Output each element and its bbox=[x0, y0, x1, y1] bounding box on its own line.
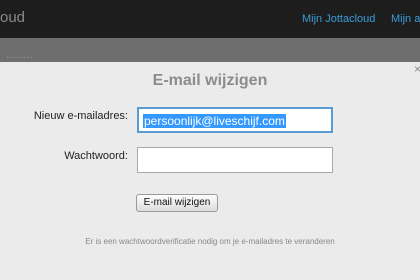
email-input-value: persoonlijk@liveschijf.com bbox=[143, 114, 286, 128]
brand-logo-text[interactable]: oud bbox=[0, 9, 25, 26]
nav-link-my-jottacloud[interactable]: Mijn Jottacloud bbox=[302, 13, 375, 25]
nav-link-my-account[interactable]: Mijn ac bbox=[391, 13, 420, 25]
password-input[interactable] bbox=[137, 147, 333, 173]
password-verification-note: Er is een wachtwoordverificatie nodig om… bbox=[85, 237, 335, 246]
dialog-title: E-mail wijzigen bbox=[152, 72, 268, 89]
close-icon[interactable]: × bbox=[414, 62, 420, 76]
change-email-button[interactable]: E-mail wijzigen bbox=[136, 194, 218, 212]
password-field-label: Wachtwoord: bbox=[64, 150, 128, 162]
top-navigation-bar: oud Mijn Jottacloud Mijn ac bbox=[0, 0, 420, 38]
new-email-input[interactable]: persoonlijk@liveschijf.com bbox=[137, 107, 333, 133]
email-field-label: Nieuw e-mailadres: bbox=[33, 110, 128, 122]
change-email-dialog: E-mail wijzigen × Nieuw e-mailadres: per… bbox=[0, 62, 420, 280]
